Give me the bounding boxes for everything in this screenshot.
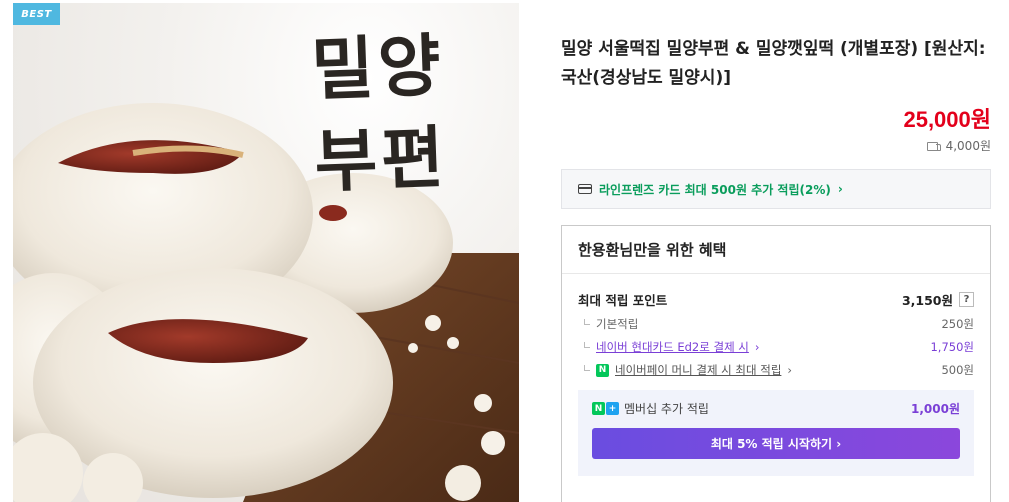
points-row-value: 250원 [941,317,974,331]
tree-corner-icon [584,318,590,325]
membership-row: N + 멤버십 추가 적립 1,000원 [592,400,960,417]
max-points-value: 3,150원 [901,293,953,308]
points-row-label: 기본적립 [596,317,639,331]
best-badge: BEST [13,3,60,25]
points-row-hyundai-card: 네이버 현대카드 Ed2로 결제 시 › 1,750원 [584,339,974,355]
membership-box: N + 멤버십 추가 적립 1,000원 최대 5% 적립 시작하기 › [578,390,974,476]
naver-plus-icon: N + [592,402,619,415]
help-icon[interactable]: ? [959,292,974,307]
shipping-fee-value: 4,000원 [945,139,991,153]
benefit-panel: 한용환님만을 위한 혜택 최대 적립 포인트 3,150원 ? 기본적립 250… [561,225,991,502]
naverpay-link[interactable]: 네이버페이 머니 결제 시 최대 적립 [615,362,781,378]
tree-corner-icon [584,341,590,348]
chevron-right-icon: › [754,340,760,354]
membership-label: 멤버십 추가 적립 [624,402,709,416]
max-points-row: 최대 적립 포인트 3,150원 ? [578,290,974,309]
product-title: 밀양 서울떡집 밀양부편 & 밀양깻잎떡 (개별포장) [원산지:국산(경상남도… [561,39,986,88]
naverpay-icon: N [596,363,609,377]
max-points-label: 최대 적립 포인트 [578,293,668,308]
product-page: BEST 밀양 부편 밀양 서울떡집 밀양부편 & 밀양깻잎떡 (개별포장) [… [0,0,1009,502]
product-price: 25,000원 [903,107,991,132]
points-row-basic: 기본적립 250원 [584,316,974,332]
benefit-title: 한용환님만을 위한 혜택 [562,226,990,274]
calligraphy-line-1: 밀양 [310,25,446,111]
plus-icon: + [606,402,619,415]
credit-card-icon [578,184,592,194]
points-row-naverpay: N 네이버페이 머니 결제 시 최대 적립 › 500원 [584,362,974,378]
points-row-value: 500원 [941,363,974,377]
product-image[interactable]: BEST 밀양 부편 [13,3,519,502]
card-promo-banner[interactable]: 라인프렌즈 카드 최대 500원 추가 적립(2%) › [561,169,991,209]
hyundai-card-link[interactable]: 네이버 현대카드 Ed2로 결제 시 [596,339,749,355]
chevron-right-icon: › [837,182,843,196]
truck-icon [926,141,941,151]
points-row-value: 1,750원 [930,340,974,354]
chevron-right-icon: › [787,363,793,377]
card-promo-text: 라인프렌즈 카드 최대 500원 추가 적립(2%) [599,182,831,197]
tree-corner-icon [584,364,590,371]
calligraphy-text: 밀양 부편 [310,18,516,209]
membership-start-button[interactable]: 최대 5% 적립 시작하기 › [592,428,960,459]
shipping-fee: 4,000원 [926,137,991,154]
membership-value: 1,000원 [911,402,960,416]
naver-n-icon: N [592,402,605,415]
calligraphy-line-2: 부편 [313,117,450,203]
